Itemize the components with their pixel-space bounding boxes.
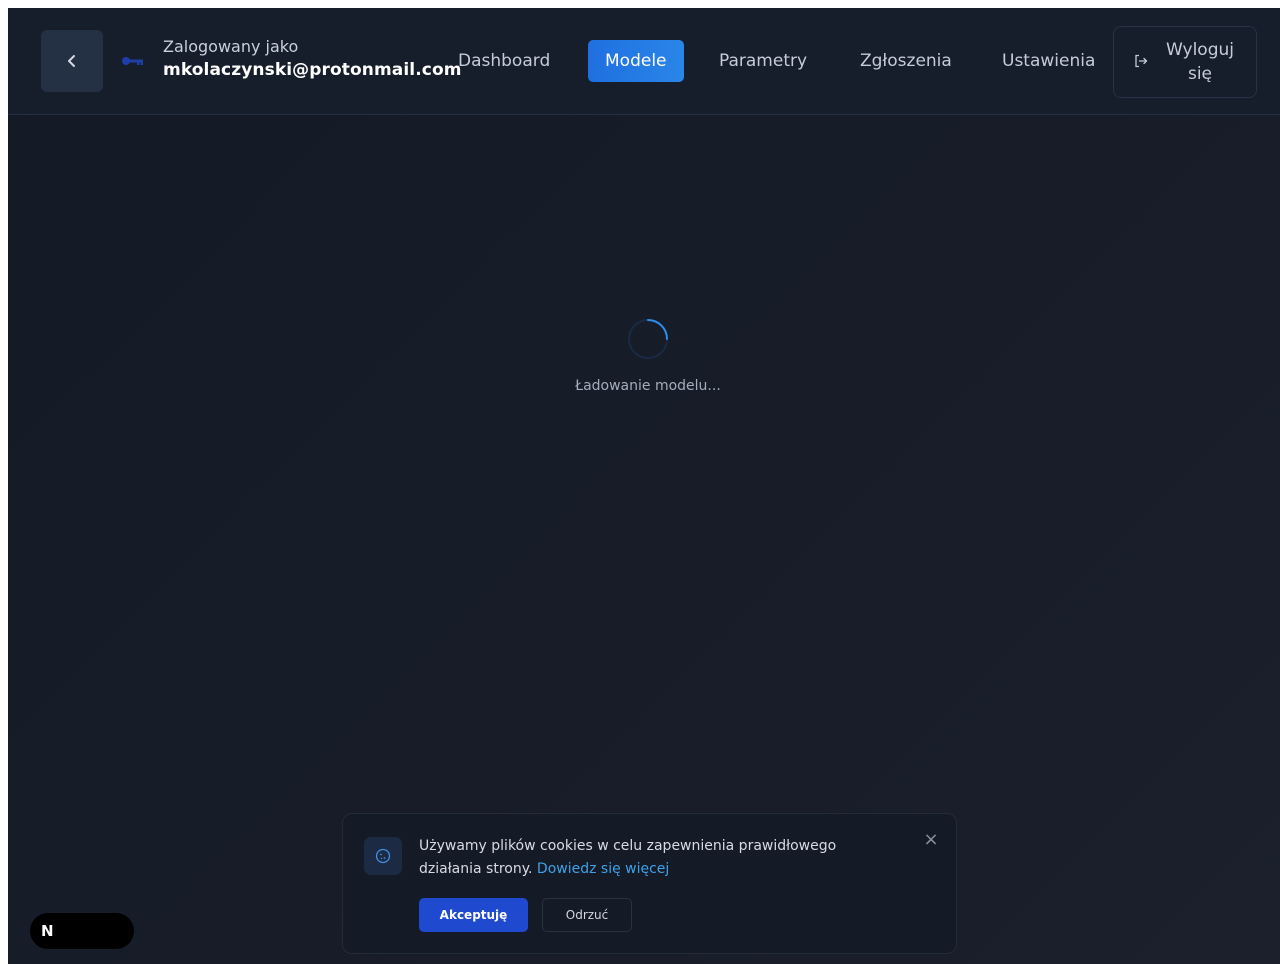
back-button[interactable] [41, 30, 103, 92]
chevron-left-icon [68, 55, 75, 67]
nav-dashboard[interactable]: Dashboard [458, 40, 550, 82]
app-frame: Zalogowany jako mkolaczynski@protonmail.… [8, 8, 1280, 964]
cookie-banner: Używamy plików cookies w celu zapewnieni… [342, 813, 957, 954]
cookie-icon-box [364, 837, 402, 875]
user-email: mkolaczynski@protonmail.com [163, 60, 462, 80]
key-icon [122, 57, 143, 65]
user-info: Zalogowany jako mkolaczynski@protonmail.… [163, 36, 462, 82]
nav-ustawienia[interactable]: Ustawienia [1002, 40, 1095, 82]
dev-tools-badge[interactable]: N [30, 913, 134, 949]
loading-spinner [628, 319, 668, 359]
nav-modele[interactable]: Modele [588, 40, 684, 82]
cookie-icon [375, 848, 391, 864]
accept-cookies-button[interactable]: Akceptuję [419, 898, 528, 932]
logged-in-label: Zalogowany jako [163, 37, 299, 56]
learn-more-link[interactable]: Dowiedz się więcej [537, 861, 669, 877]
logout-label-line2: się [1187, 64, 1213, 84]
nav-zgloszenia[interactable]: Zgłoszenia [860, 40, 952, 82]
next-logo-icon: N [41, 922, 54, 940]
cookie-message: Używamy plików cookies w celu zapewnieni… [419, 835, 889, 881]
nav-parametry[interactable]: Parametry [719, 40, 807, 82]
logout-label-line1: Wyloguj [1166, 40, 1234, 60]
logout-button[interactable]: Wyloguj się [1113, 26, 1257, 98]
logout-icon [1135, 54, 1148, 68]
reject-cookies-button[interactable]: Odrzuć [542, 898, 632, 932]
top-navigation-bar: Zalogowany jako mkolaczynski@protonmail.… [8, 8, 1280, 115]
close-icon[interactable]: × [921, 830, 941, 850]
logout-label: Wyloguj się [1160, 38, 1240, 86]
loading-text: Ładowanie modelu... [575, 378, 721, 394]
